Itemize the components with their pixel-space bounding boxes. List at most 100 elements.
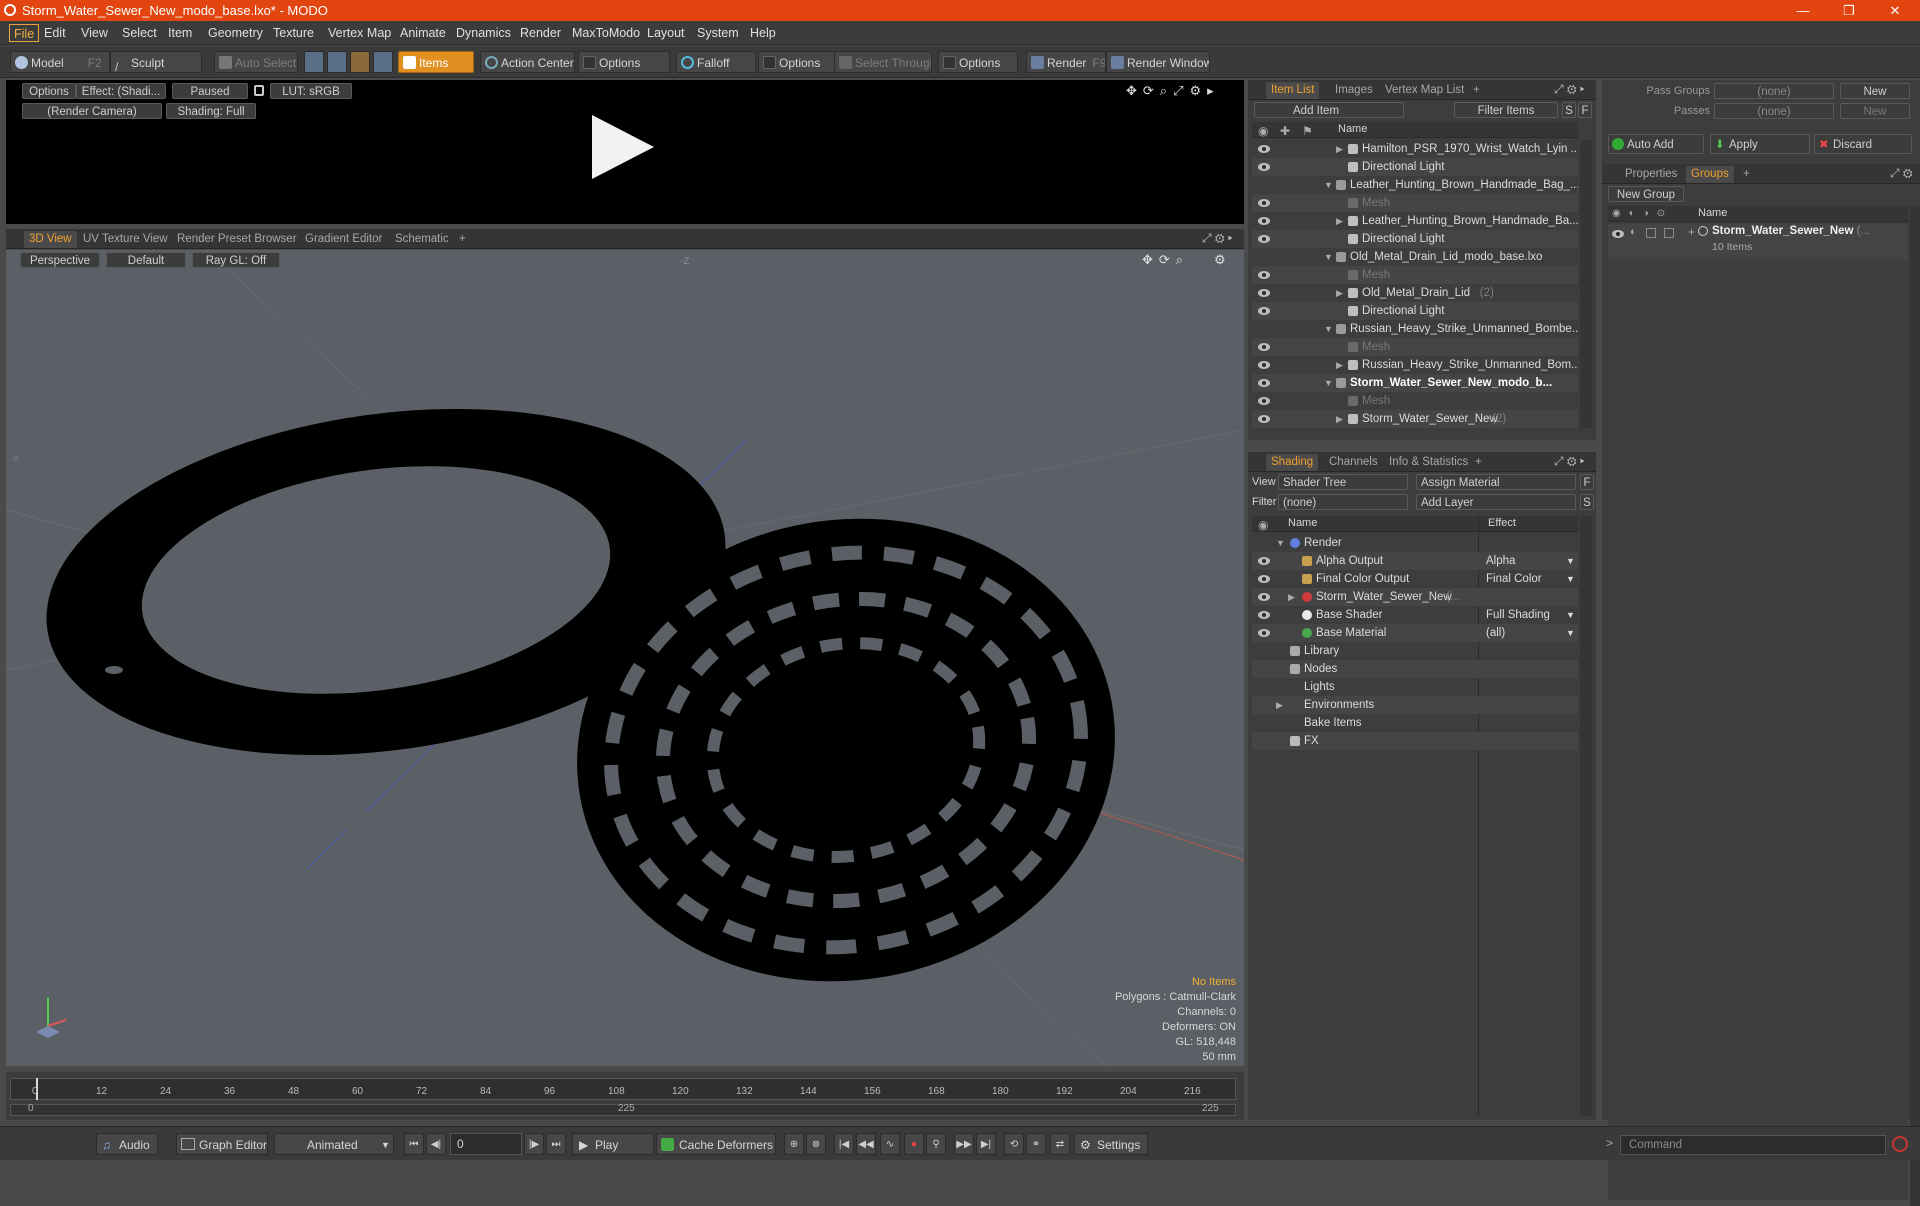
3d-viewport[interactable]: -Z Perspective Default Ray GL: Off ✥⟳⌕ ⚙… [6,250,1244,1066]
shader-tree-row[interactable]: Final Color Output Final Color ▼ [1252,570,1578,588]
preview-nav-icons[interactable]: ✥⟳⌕⤢⚙▸ [1126,83,1220,99]
visibility-eye-icon[interactable] [1258,629,1270,637]
visibility-eye-icon[interactable] [1258,289,1270,297]
expand-arrow-icon[interactable]: ▶ [1336,140,1343,158]
record-icon[interactable]: ● [904,1133,924,1155]
command-stop-icon[interactable] [1892,1136,1908,1152]
menu-texture[interactable]: Texture [269,24,318,42]
visibility-eye-icon[interactable] [1258,611,1270,619]
shader-tree-row[interactable]: Alpha Output Alpha ▼ [1252,552,1578,570]
collapse-arrow-icon[interactable]: ▼ [1324,374,1333,392]
add-item-dropdown[interactable]: Add Item [1254,102,1404,118]
item-list-row[interactable]: ▼ Old_Metal_Drain_Lid_modo_base.lxo [1252,248,1578,266]
tab-uv-texture-view[interactable]: UV Texture View [78,231,173,248]
visibility-eye-icon[interactable] [1258,557,1270,565]
collapse-arrow-icon[interactable]: ▼ [1276,534,1285,552]
edges-mode-icon[interactable] [327,51,347,73]
menu-item[interactable]: Item [164,24,196,42]
new-group-button[interactable]: New Group [1608,186,1684,202]
tab-shading[interactable]: Shading [1266,454,1319,471]
key-filter-icon[interactable]: ⚲ [926,1133,946,1155]
item-list-row[interactable]: Directional Light [1252,302,1578,320]
add-tab-button[interactable]: + [1468,82,1485,99]
visibility-eye-icon[interactable] [1258,397,1270,405]
new-pass-button[interactable]: New [1840,103,1910,119]
groups-gear-icon[interactable]: ⤢ ⚙ [1890,166,1913,181]
shader-tree-row[interactable]: Library [1252,642,1578,660]
shader-tree-row[interactable]: ▼ Render [1252,534,1578,552]
minimize-button[interactable]: — [1780,0,1826,21]
preview-effect-dropdown[interactable]: Effect: (Shadi... [76,83,166,99]
select-through-options-button[interactable]: Options [938,51,1018,73]
close-button[interactable]: ✕ [1872,0,1918,21]
menu-file[interactable]: File [9,24,40,42]
item-list-row[interactable]: ▼ Russian_Heavy_Strike_Unmanned_Bombe... [1252,320,1578,338]
render-window-button[interactable]: Render Window [1106,51,1210,73]
next-key-icon[interactable]: |▶ [524,1133,544,1155]
visibility-eye-icon[interactable] [1258,163,1270,171]
render-camera-dropdown[interactable]: (Render Camera) [22,103,162,119]
prev-keyframe-icon[interactable]: |◀ [834,1133,854,1155]
item-list-row[interactable]: ▶ Russian_Heavy_Strike_Unmanned_Bom... [1252,356,1578,374]
collapse-arrow-icon[interactable]: ▼ [1324,320,1333,338]
effect-dropdown-arrow-icon[interactable]: ▼ [1566,570,1575,588]
viewport-tab-gear-icon[interactable]: ⤢ ⚙ ▸ [1202,231,1233,246]
effect-dropdown-arrow-icon[interactable]: ▼ [1566,552,1575,570]
menu-system[interactable]: System [693,24,743,42]
shading-gear-icon[interactable]: ⤢ ⚙ ▸ [1554,454,1585,469]
current-frame-input[interactable]: 0 [450,1133,522,1155]
tab-3d-view[interactable]: 3D View [24,231,77,248]
shader-effect-dropdown[interactable]: (all) [1486,624,1505,642]
tab-vertex-map-list[interactable]: Vertex Map List [1380,82,1469,99]
menu-layout[interactable]: Layout [643,24,689,42]
effect-dropdown-arrow-icon[interactable]: ▼ [1566,624,1575,642]
menu-view[interactable]: View [77,24,112,42]
menu-maxtomodo[interactable]: MaxToModo [568,24,644,42]
shader-tree-row[interactable]: ▶ Environments [1252,696,1578,714]
audio-button[interactable]: ♫ Audio [96,1133,158,1155]
group-render-icon[interactable]: ◐ [1630,226,1637,238]
item-list-gear-icon[interactable]: ⤢ ⚙ ▸ [1554,82,1585,97]
visibility-eye-icon[interactable] [1258,235,1270,243]
item-list-row[interactable]: Mesh [1252,338,1578,356]
group-expand-icon[interactable]: + [1688,225,1695,239]
settings-button[interactable]: ⚙ Settings [1074,1133,1148,1155]
prev-frame-icon[interactable]: ◀◀ [856,1133,876,1155]
expand-arrow-icon[interactable]: ▶ [1336,410,1343,428]
visibility-eye-icon[interactable] [1258,415,1270,423]
command-input[interactable]: Command [1620,1135,1886,1155]
visibility-eye-icon[interactable] [1258,217,1270,225]
pass-groups-dropdown[interactable]: (none) [1714,83,1834,99]
item-list-row[interactable]: Mesh [1252,194,1578,212]
expand-arrow-icon[interactable]: ▶ [1276,696,1283,714]
tab-schematic[interactable]: Schematic [390,231,454,248]
menu-geometry[interactable]: Geometry [204,24,267,42]
viewport-nav-icons[interactable]: ✥⟳⌕ [1142,252,1189,268]
action-center-button[interactable]: Action Center [480,51,575,73]
visibility-eye-icon[interactable] [1258,379,1270,387]
expand-arrow-icon[interactable]: ▶ [1336,356,1343,374]
viewport-gear-icon[interactable]: ⚙ [1214,252,1226,268]
visibility-eye-icon[interactable] [1258,593,1270,601]
item-list-row[interactable]: ▶ Old_Metal_Drain_Lid (2) [1252,284,1578,302]
visibility-eye-icon[interactable] [1258,145,1270,153]
key-selected-icon[interactable]: ⊕ [784,1133,804,1155]
go-to-start-icon[interactable]: ⏮ [404,1133,424,1155]
tab-render-preset-browser[interactable]: Render Preset Browser [172,231,302,248]
item-list-row[interactable]: Mesh [1252,392,1578,410]
shader-tree-row[interactable]: Lights [1252,678,1578,696]
add-tab-button[interactable]: + [1738,166,1755,183]
animated-dropdown[interactable]: Animated ▼ [274,1133,394,1155]
preview-options-button[interactable]: Options [22,83,76,99]
collapse-arrow-icon[interactable]: ▼ [1324,176,1333,194]
new-pass-group-button[interactable]: New [1840,83,1910,99]
item-list-row[interactable]: Mesh [1252,266,1578,284]
auto-add-button[interactable]: Auto Add [1608,134,1704,154]
shader-effect-dropdown[interactable]: Alpha [1486,552,1515,570]
expand-arrow-icon[interactable]: ▶ [1336,284,1343,302]
perspective-dropdown[interactable]: Perspective [20,252,100,268]
auto-key-icon[interactable]: ∿ [880,1133,900,1155]
vertices-mode-icon[interactable] [304,51,324,73]
collapse-arrow-icon[interactable]: ▼ [1324,248,1333,266]
shader-tree-row[interactable]: ▶ Storm_Water_Sewer_New (... [1252,588,1578,606]
